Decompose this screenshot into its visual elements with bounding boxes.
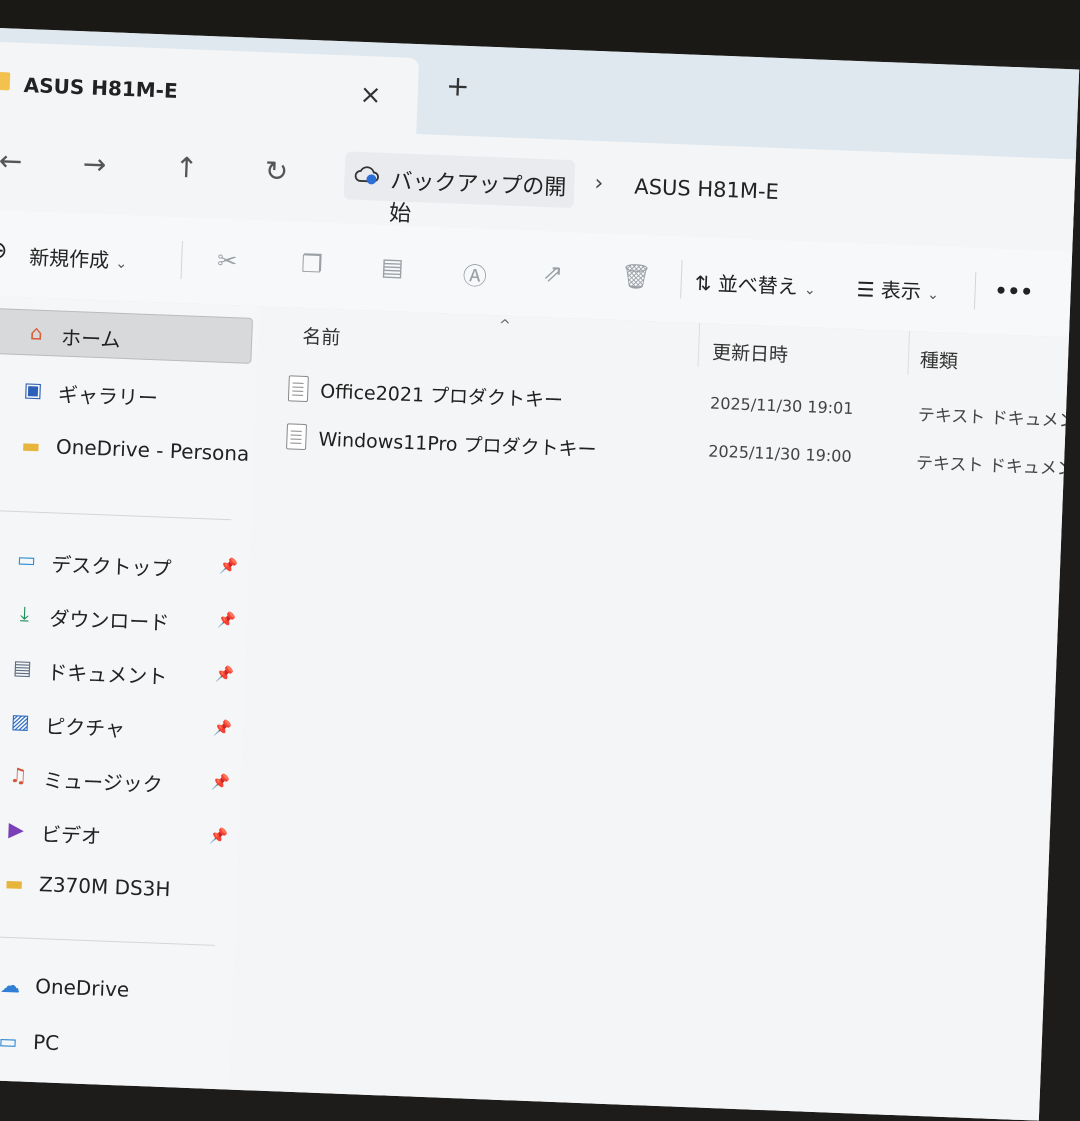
sidebar-item-label: ダウンロード <box>48 606 170 635</box>
file-name: Windows11Pro プロダクトキー <box>318 428 597 462</box>
file-modified: 2025/11/30 19:01 <box>709 393 854 419</box>
file-type: テキスト ドキュメント <box>915 453 1080 481</box>
pin-icon[interactable]: 📌 <box>219 557 238 576</box>
sort-button[interactable]: ⇅ 並べ替え ⌄ <box>694 267 816 301</box>
sort-icon: ⇅ <box>694 270 712 296</box>
refresh-button[interactable]: ↻ <box>264 154 289 188</box>
sidebar-item-label: OneDrive - Persona <box>55 434 250 466</box>
back-button[interactable]: ← <box>0 144 23 178</box>
file-modified: 2025/11/30 19:00 <box>707 441 852 466</box>
sort-label: 並べ替え <box>717 271 799 299</box>
sidebar-item-label: ピクチャ <box>44 714 126 742</box>
pin-icon[interactable]: 📌 <box>215 665 234 684</box>
sidebar-divider <box>0 935 215 946</box>
chevron-down-icon: ⌄ <box>926 286 940 304</box>
sidebar-item-label: デスクトップ <box>50 552 172 581</box>
music-icon: ♫ <box>8 762 28 788</box>
tab-title: ASUS H81M-E <box>23 72 179 103</box>
pictures-icon: ▨ <box>10 708 31 734</box>
chevron-down-icon: ⌄ <box>803 282 817 299</box>
sidebar-item-downloads[interactable]: ⤓ ダウンロード 📌 <box>0 590 240 644</box>
view-button[interactable]: ☰ 表示 ⌄ <box>856 273 939 305</box>
more-options-button[interactable]: ••• <box>994 278 1033 303</box>
column-header-type[interactable]: 種類 <box>919 346 958 374</box>
text-file-icon <box>287 375 309 403</box>
sidebar-item-label: PC <box>32 1030 60 1056</box>
delete-icon[interactable]: 🗑 <box>620 262 652 291</box>
close-tab-button[interactable]: × <box>359 80 382 111</box>
pin-icon[interactable]: 📌 <box>217 611 236 630</box>
paste-icon[interactable]: ▤ <box>381 253 405 282</box>
file-type: テキスト ドキュメント <box>917 405 1080 433</box>
pin-icon[interactable]: 📌 <box>211 773 230 792</box>
new-button[interactable]: 新規作成 ⌄ <box>29 241 128 274</box>
file-list-pane: ^ 名前 更新日時 種類 Office2021 プロダクトキー 2025/11/… <box>228 306 1080 1121</box>
sidebar-item-label: ギャラリー <box>57 382 159 411</box>
sidebar-item-label: Z370M DS3H <box>38 872 171 902</box>
up-button[interactable]: ↑ <box>174 151 199 185</box>
copy-icon[interactable]: ❐ <box>301 250 324 279</box>
sidebar-item-label: ミュージック <box>42 768 164 797</box>
text-file-icon <box>286 423 308 451</box>
sidebar-item-z370m-ds3h[interactable]: ▬ Z370M DS3H <box>0 859 230 913</box>
document-icon: ▤ <box>12 654 33 680</box>
sidebar-item-pc[interactable]: › ▭ PC <box>0 1017 224 1071</box>
sidebar-item-gallery[interactable]: ▣ ギャラリー <box>0 366 249 420</box>
share-icon[interactable]: ⇗ <box>542 259 563 288</box>
pin-icon[interactable]: 📌 <box>209 827 228 846</box>
add-icon: ⊕ <box>0 235 9 265</box>
sidebar-item-label: ホーム <box>60 325 121 352</box>
column-header-name[interactable]: 名前 <box>302 322 341 350</box>
folder-icon: ▬ <box>21 433 41 458</box>
toolbar-divider <box>180 241 183 280</box>
home-icon: ⌂ <box>29 320 44 345</box>
forward-button[interactable]: → <box>82 147 107 181</box>
sidebar-divider <box>0 510 232 521</box>
cloud-backup-icon <box>354 166 379 185</box>
pc-icon: ▭ <box>0 1028 19 1054</box>
desktop-icon: ▭ <box>16 547 37 572</box>
toolbar-divider <box>680 260 683 299</box>
video-icon: ▶ <box>8 816 25 842</box>
file-name: Office2021 プロダクトキー <box>319 380 564 412</box>
sidebar-item-label: OneDrive <box>34 974 130 1002</box>
sidebar-item-onedrive[interactable]: › ☁ OneDrive <box>0 961 226 1015</box>
new-label: 新規作成 <box>28 245 110 273</box>
rename-icon[interactable]: Ⓐ <box>462 256 487 292</box>
sidebar-item-label: ビデオ <box>40 822 102 849</box>
cloud-icon: ☁ <box>0 972 21 998</box>
toolbar-divider <box>973 271 977 310</box>
column-divider[interactable] <box>697 323 701 368</box>
sidebar-item-documents[interactable]: ▤ ドキュメント 📌 <box>0 644 238 698</box>
navigation-pane: ⌂ ホーム ▣ ギャラリー › ▬ OneDrive - Persona ▭ デ… <box>0 295 260 1121</box>
sidebar-item-pictures[interactable]: ▨ ピクチャ 📌 <box>0 698 236 752</box>
file-explorer-window: ASUS H81M-E × + ← → ↑ ↻ バックアップの開始 › ASUS… <box>0 28 1080 1121</box>
gallery-icon: ▣ <box>23 377 44 402</box>
sort-ascending-icon: ^ <box>498 317 511 334</box>
chevron-down-icon: ⌄ <box>115 255 128 273</box>
sidebar-item-label: ドキュメント <box>46 660 168 689</box>
new-tab-button[interactable]: + <box>445 69 470 103</box>
address-bar[interactable]: バックアップの開始 › ASUS H81M-E <box>343 151 1080 229</box>
column-divider[interactable] <box>907 331 911 376</box>
view-label: 表示 <box>880 278 922 304</box>
chevron-right-icon[interactable]: › <box>594 171 604 196</box>
breadcrumb-current[interactable]: ASUS H81M-E <box>634 174 779 204</box>
folder-icon <box>0 71 11 91</box>
sidebar-item-videos[interactable]: ▶ ビデオ 📌 <box>0 805 232 859</box>
sidebar-item-desktop[interactable]: ▭ デスクトップ 📌 <box>0 536 242 590</box>
sidebar-item-music[interactable]: ♫ ミュージック 📌 <box>0 751 234 805</box>
pin-icon[interactable]: 📌 <box>213 719 232 738</box>
sidebar-item-onedrive-personal[interactable]: › ▬ OneDrive - Persona <box>0 422 250 476</box>
breadcrumb-label: バックアップの開始 <box>388 169 567 227</box>
view-icon: ☰ <box>856 277 875 302</box>
breadcrumb-backup-start[interactable]: バックアップの開始 <box>343 151 576 227</box>
folder-icon: ▬ <box>4 870 25 896</box>
download-icon: ⤓ <box>19 601 30 626</box>
column-header-modified[interactable]: 更新日時 <box>712 338 789 368</box>
cut-icon[interactable]: ✂ <box>217 247 238 276</box>
sidebar-item-home[interactable]: ⌂ ホーム <box>0 307 254 364</box>
